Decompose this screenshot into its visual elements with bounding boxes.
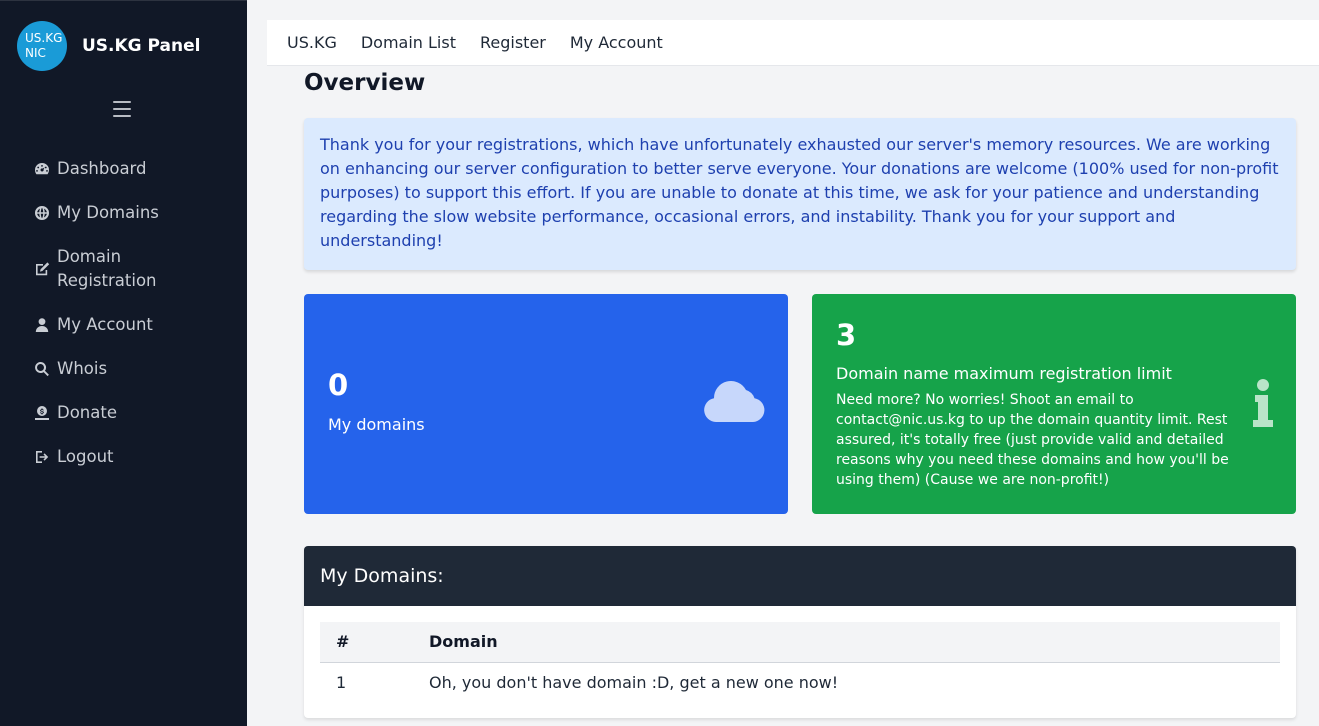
sidebar-item-label: Dashboard	[57, 159, 147, 178]
my-domains-card: 0 My domains	[304, 294, 788, 514]
sidebar-item-label: Whois	[57, 359, 108, 378]
sidebar-item-whois[interactable]: Whois	[0, 347, 247, 391]
topnav-link-register[interactable]: Register	[480, 33, 546, 52]
tachometer-icon	[33, 161, 51, 177]
sidebar-item-label: My Account	[57, 315, 153, 334]
logo-line-1: US.KG	[25, 31, 63, 45]
sidebar-item-dashboard[interactable]: Dashboard	[0, 147, 247, 191]
domains-table: # Domain 1 Oh, you don't have domain :D,…	[320, 622, 1280, 702]
logo: US.KG NIC	[17, 21, 67, 71]
menu-toggle-icon[interactable]	[113, 101, 131, 117]
sidebar-item-domain-registration[interactable]: Domain Registration	[0, 235, 247, 303]
sidebar-item-my-account[interactable]: My Account	[0, 303, 247, 347]
domain-count: 0	[328, 368, 349, 402]
registration-limit-card: 3 Domain name maximum registration limit…	[812, 294, 1296, 514]
brand[interactable]: US.KG NIC US.KG Panel	[17, 21, 201, 71]
brand-name: US.KG Panel	[82, 36, 201, 56]
sidebar-item-label: Logout	[57, 447, 114, 466]
domain-count-label: My domains	[328, 415, 425, 434]
sidebar-item-my-domains[interactable]: My Domains	[0, 191, 247, 235]
sidebar-item-label: Donate	[57, 403, 117, 422]
globe-icon	[33, 205, 51, 221]
donate-icon	[33, 405, 51, 421]
user-icon	[33, 317, 51, 333]
page-title: Overview	[304, 70, 426, 96]
logo-line-2: NIC	[25, 46, 46, 60]
logout-icon	[33, 449, 51, 465]
my-domains-heading: My Domains:	[304, 546, 1296, 606]
table-header-row: # Domain	[320, 622, 1280, 663]
info-icon	[1253, 379, 1273, 427]
notice-alert: Thank you for your registrations, which …	[304, 118, 1296, 270]
topnav-link-my-account[interactable]: My Account	[570, 33, 663, 52]
topnav-link-home[interactable]: US.KG	[287, 33, 337, 52]
limit-title: Domain name maximum registration limit	[836, 364, 1172, 383]
table-row: 1 Oh, you don't have domain :D, get a ne…	[320, 662, 1280, 702]
edit-icon	[33, 261, 51, 277]
column-header-number: #	[320, 622, 429, 663]
limit-description: Need more? No worries! Shoot an email to…	[836, 392, 1229, 488]
sidebar-item-donate[interactable]: Donate	[0, 391, 247, 435]
limit-count: 3	[836, 318, 857, 352]
sidebar-item-label: My Domains	[57, 203, 159, 222]
cloud-icon	[704, 380, 765, 422]
top-nav: US.KG Domain List Register My Account	[267, 20, 1319, 66]
column-header-domain: Domain	[429, 622, 1280, 663]
sidebar-item-logout[interactable]: Logout	[0, 435, 247, 479]
sidebar: US.KG NIC US.KG Panel Dashboard My Domai…	[0, 0, 247, 726]
search-icon	[33, 361, 51, 377]
row-domain: Oh, you don't have domain :D, get a new …	[429, 672, 839, 692]
sidebar-nav: Dashboard My Domains Domain Registration…	[0, 147, 247, 479]
sidebar-item-label: Domain Registration	[57, 247, 157, 290]
row-number: 1	[336, 672, 347, 692]
topnav-link-domain-list[interactable]: Domain List	[361, 33, 456, 52]
my-domains-panel: My Domains: # Domain 1 Oh, you don't hav…	[304, 546, 1296, 718]
